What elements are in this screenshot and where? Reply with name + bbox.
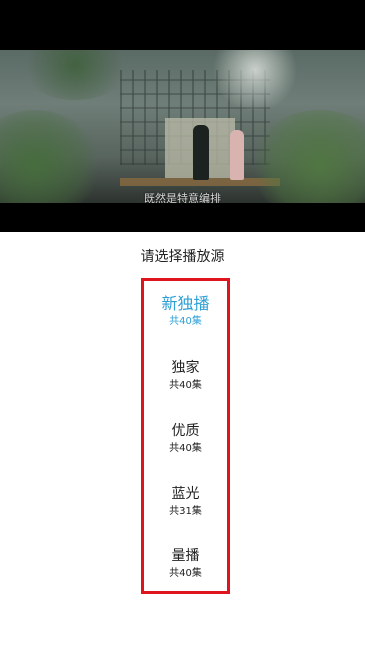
source-option-du-jia[interactable]: 独家 共40集 xyxy=(144,359,227,393)
source-episode-count: 共40集 xyxy=(169,443,202,454)
video-subtitle: 既然是特意编排 xyxy=(144,192,221,203)
source-episode-count: 共40集 xyxy=(169,568,202,579)
source-option-xin-du-bo[interactable]: 新独播 共40集 xyxy=(144,295,227,329)
video-frame: 既然是特意编排 xyxy=(0,50,365,203)
source-episode-count: 共40集 xyxy=(169,380,202,391)
source-name: 优质 xyxy=(171,423,200,439)
source-option-lan-guang[interactable]: 蓝光 共31集 xyxy=(144,485,227,519)
source-name: 量播 xyxy=(171,548,200,564)
source-list: 新独播 共40集 独家 共40集 优质 共40集 蓝光 共31集 量播 共40集 xyxy=(141,278,230,594)
source-episode-count: 共40集 xyxy=(169,316,202,327)
source-name: 蓝光 xyxy=(171,486,200,502)
source-dialog-title: 请选择播放源 xyxy=(140,249,225,265)
scene-foliage xyxy=(20,50,130,100)
scene-figure-light xyxy=(230,130,244,180)
source-episode-count: 共31集 xyxy=(169,506,202,517)
source-option-you-zhi[interactable]: 优质 共40集 xyxy=(144,422,227,456)
source-option-liang-bo[interactable]: 量播 共40集 xyxy=(144,547,227,581)
scene-figure-dark xyxy=(193,125,209,180)
source-name: 新独播 xyxy=(161,294,210,313)
video-player[interactable]: 既然是特意编排 xyxy=(0,0,365,232)
source-name: 独家 xyxy=(171,360,200,376)
